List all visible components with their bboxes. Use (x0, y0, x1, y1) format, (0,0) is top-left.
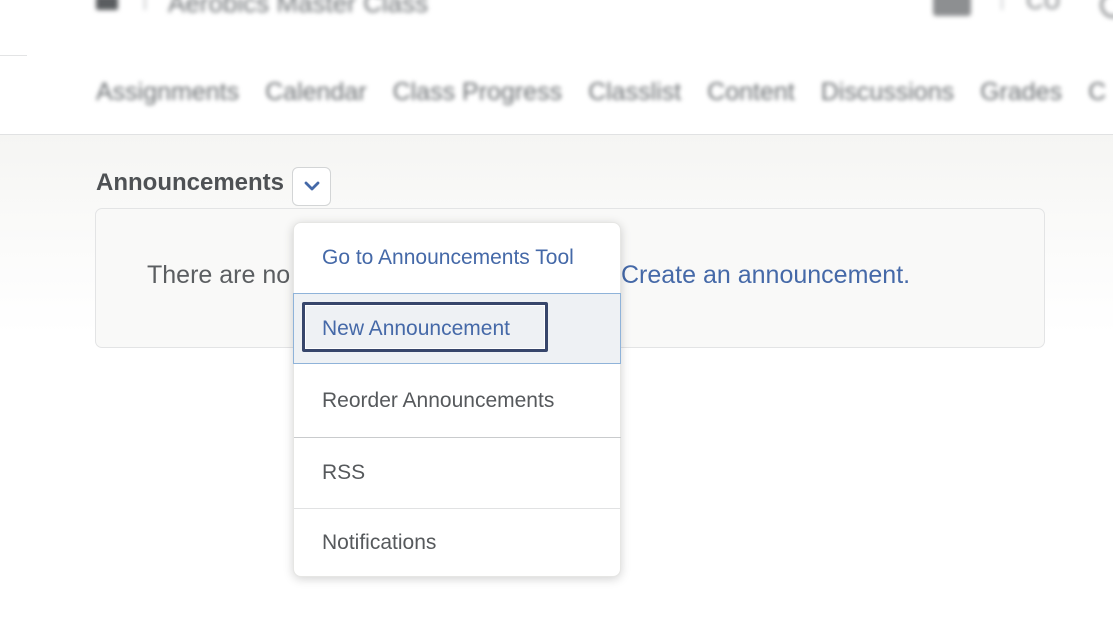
profile-icon[interactable] (1100, 0, 1113, 18)
chevron-down-icon (304, 181, 320, 192)
menu-item-new-announcement[interactable]: New Announcement (293, 293, 621, 364)
header-divider (144, 0, 146, 10)
nav-item-calendar[interactable]: Calendar (265, 78, 366, 107)
nav-item-classlist[interactable]: Classlist (588, 78, 681, 107)
nav-items: Assignments Calendar Class Progress Clas… (96, 78, 1106, 107)
course-title[interactable]: Aerobics Master Class (168, 0, 428, 19)
menu-item-label: RSS (322, 461, 366, 484)
top-header: Aerobics Master Class CU (0, 0, 1113, 56)
menu-item-label: Reorder Announcements (322, 388, 555, 412)
nav-item-content[interactable]: Content (707, 78, 795, 107)
empty-message: There are no (147, 261, 291, 289)
menu-item-reorder-announcements[interactable]: Reorder Announcements (294, 364, 620, 437)
menu-item-rss[interactable]: RSS (294, 438, 620, 508)
nav-item-overflow[interactable]: C (1088, 78, 1106, 107)
widget-header: Announcements (96, 169, 284, 197)
menu-item-label: New Announcement (322, 316, 510, 340)
nav-item-discussions[interactable]: Discussions (821, 78, 954, 107)
create-announcement-link[interactable]: Create an announcement. (621, 261, 910, 290)
user-initials[interactable]: CU (1026, 0, 1061, 16)
header-divider-right (1001, 0, 1003, 10)
menu-item-label: Notifications (322, 530, 437, 554)
menu-item-notifications[interactable]: Notifications (294, 509, 620, 576)
menu-item-label: Go to Announcements Tool (322, 246, 574, 269)
nav-item-class-progress[interactable]: Class Progress (393, 78, 563, 107)
course-navbar: Assignments Calendar Class Progress Clas… (0, 56, 1113, 135)
logo-icon[interactable] (96, 0, 118, 10)
nav-item-assignments[interactable]: Assignments (96, 78, 239, 107)
announcements-dropdown-menu: Go to Announcements Tool New Announcemen… (293, 222, 621, 577)
message-icon[interactable] (933, 0, 971, 16)
nav-item-grades[interactable]: Grades (980, 78, 1062, 107)
widget-title: Announcements (96, 169, 285, 196)
widget-menu-button[interactable] (292, 167, 331, 206)
menu-item-go-to-announcements-tool[interactable]: Go to Announcements Tool (294, 223, 620, 293)
